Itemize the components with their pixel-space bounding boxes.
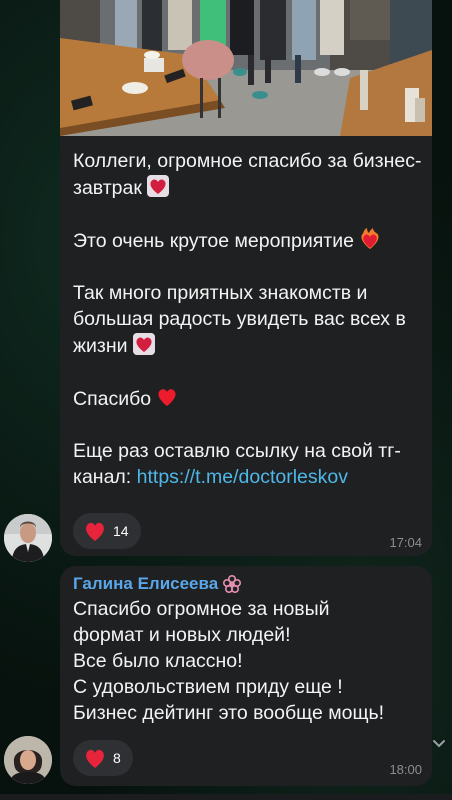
heart-icon [86, 749, 104, 768]
channel-link[interactable]: https://t.me/doctorleskov [137, 466, 348, 488]
avatar[interactable] [4, 736, 52, 784]
heart-emoji-icon [132, 332, 156, 356]
message-time: 18:00 [389, 762, 422, 777]
reaction-pill[interactable]: 8 [73, 740, 133, 776]
message-line: Все было классно! [73, 650, 243, 672]
heart-on-fire-icon [358, 227, 382, 251]
message-line: Спасибо огромное за новый [73, 598, 330, 620]
sender-row: Галина Елисеева [73, 574, 242, 594]
message-paragraph: Спасибо [73, 385, 428, 412]
message-text: Коллеги, огромное спасибо за бизнес-завт… [73, 148, 428, 490]
avatar[interactable] [4, 514, 52, 562]
reaction-count: 14 [113, 523, 129, 539]
message-time: 17:04 [389, 535, 422, 550]
bottom-bar [0, 794, 452, 800]
scroll-down-button[interactable] [430, 734, 448, 752]
message-bubble-1[interactable]: Коллеги, огромное спасибо за бизнес-завт… [60, 0, 432, 556]
message-paragraph: Еще раз оставлю ссылку на свой тг-канал:… [73, 438, 428, 490]
chevron-down-icon [433, 740, 445, 748]
heart-icon [86, 522, 104, 541]
message-line: Бизнес дейтинг это вообще мощь! [73, 702, 385, 724]
message-line: формат и новых людей! [73, 624, 291, 646]
message-paragraph: Так много приятных знакомств и большая р… [73, 280, 428, 359]
message-line: С удовольствием приду еще ! [73, 676, 343, 698]
red-heart-icon [155, 385, 179, 409]
paragraph-text: Коллеги, огромное спасибо за бизнес-завт… [73, 150, 422, 199]
paragraph-text: Так много приятных знакомств и большая р… [73, 282, 406, 357]
paragraph-text: Спасибо [73, 388, 152, 410]
reaction-count: 8 [113, 750, 121, 766]
heart-emoji-icon [146, 174, 170, 198]
flower-badge-icon [222, 574, 242, 594]
reaction-pill[interactable]: 14 [73, 513, 141, 549]
message-text: Спасибо огромное за новый формат и новых… [73, 596, 428, 726]
message-bubble-2[interactable]: Галина Елисеева Спасибо огромное за новы… [60, 566, 432, 786]
paragraph-text: Это очень крутое мероприятие [73, 230, 354, 252]
sender-name[interactable]: Галина Елисеева [73, 574, 218, 594]
message-paragraph: Коллеги, огромное спасибо за бизнес-завт… [73, 148, 428, 201]
event-photo[interactable] [60, 0, 432, 136]
message-paragraph: Это очень крутое мероприятие [73, 227, 428, 254]
